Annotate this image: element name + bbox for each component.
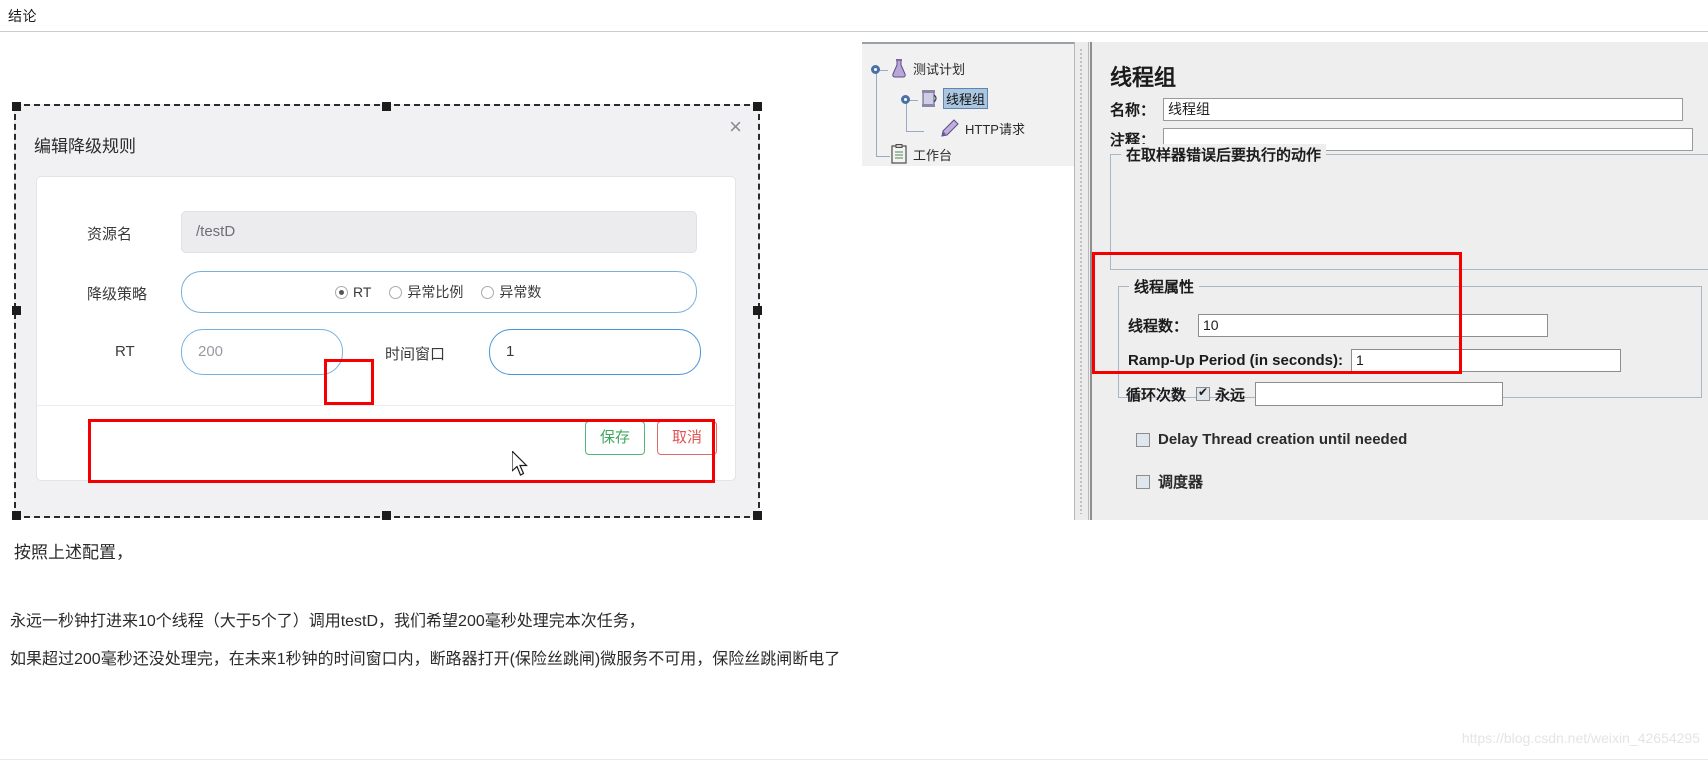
tree-connector: [906, 100, 907, 131]
tree-connector: [876, 156, 890, 157]
time-window-label: 时间窗口: [385, 346, 446, 363]
clipboard-icon: [891, 144, 907, 164]
delay-thread-creation-label: Delay Thread creation until needed: [1158, 431, 1408, 448]
resource-name-row: 资源名 /testD: [37, 211, 737, 253]
degrade-strategy-label: 降级策略: [87, 286, 148, 303]
mouse-cursor-icon: [512, 451, 528, 476]
close-icon[interactable]: ×: [729, 116, 742, 138]
tree-node-thread-group[interactable]: 线程组: [920, 88, 989, 109]
tree-connector: [906, 131, 924, 132]
name-row: 名称： 线程组: [1110, 98, 1708, 121]
selected-image-frame[interactable]: 编辑降级规则 × 资源名 /testD 降级策略 RT 异常比例 异常数 RT …: [12, 102, 762, 520]
tree-node-workbench[interactable]: 工作台: [890, 144, 952, 164]
resize-handle-bottom-right[interactable]: [753, 511, 762, 520]
resize-handle-bottom-left[interactable]: [12, 511, 21, 520]
checkbox-icon: [1196, 385, 1211, 401]
tree-node-label: 测试计划: [913, 61, 966, 77]
annotation-rect-thread-properties: [1092, 252, 1462, 374]
rt-input[interactable]: 200: [181, 329, 343, 375]
loop-count-label: 循环次数: [1126, 386, 1187, 404]
dialog-body: 资源名 /testD 降级策略 RT 异常比例 异常数 RT 200 时间窗口 …: [36, 176, 737, 481]
dialog-title: 编辑降级规则: [34, 137, 136, 156]
tree-node-http-request[interactable]: HTTP请求: [938, 118, 1025, 138]
tree-node-label: 工作台: [913, 147, 953, 163]
dialog-action-bar: 保存 取消: [584, 421, 717, 455]
radio-option-exception-ratio-label: 异常比例: [407, 284, 464, 300]
scheduler-row[interactable]: 调度器: [1136, 471, 1203, 492]
tree-node-label: HTTP请求: [965, 121, 1025, 137]
save-button[interactable]: 保存: [584, 421, 645, 455]
resize-handle-top-right[interactable]: [753, 102, 762, 111]
paragraph-3: 如果超过200毫秒还没处理完，在未来1秒钟的时间窗口内，断路器打开(保险丝跳闸)…: [10, 651, 841, 668]
resize-handle-top-left[interactable]: [12, 102, 21, 111]
radio-dot-icon: [389, 285, 403, 299]
resource-name-input[interactable]: /testD: [181, 211, 697, 253]
top-heading-bar: 结论: [0, 0, 1708, 32]
checkbox-icon: [1136, 432, 1150, 447]
tree-expand-toggle-test-plan[interactable]: [871, 65, 880, 74]
name-label: 名称：: [1110, 102, 1156, 119]
splitter-grip-icon: [1079, 48, 1083, 514]
panel-title: 线程组: [1110, 65, 1177, 90]
tree-node-label: 线程组: [943, 88, 989, 109]
loop-count-row: 循环次数 永远: [1126, 382, 1504, 406]
forever-checkbox-wrap[interactable]: 永远: [1196, 384, 1245, 405]
forever-label: 永远: [1215, 386, 1246, 404]
cancel-button[interactable]: 取消: [656, 421, 717, 455]
time-window-input[interactable]: 1: [489, 329, 701, 375]
radio-option-exception-ratio[interactable]: 异常比例: [389, 282, 463, 302]
resize-handle-bottom-center[interactable]: [382, 511, 391, 520]
page-heading: 结论: [8, 8, 37, 24]
radio-option-exception-count-label: 异常数: [499, 284, 542, 300]
tree-node-test-plan[interactable]: 测试计划: [890, 58, 965, 78]
tree-connector: [876, 70, 877, 156]
degrade-strategy-radio-group: RT 异常比例 异常数: [335, 271, 541, 313]
radio-option-rt[interactable]: RT: [335, 284, 371, 300]
resize-handle-middle-right[interactable]: [753, 306, 762, 315]
rt-label: RT: [115, 343, 135, 360]
loop-count-input[interactable]: [1255, 382, 1504, 406]
scheduler-label: 调度器: [1158, 474, 1204, 491]
dialog-divider: [37, 405, 737, 406]
edit-degrade-rule-dialog: 编辑降级规则 × 资源名 /testD 降级策略 RT 异常比例 异常数 RT …: [16, 106, 758, 516]
radio-option-rt-label: RT: [353, 284, 372, 300]
name-input[interactable]: 线程组: [1163, 98, 1684, 121]
radio-dot-icon: [481, 285, 495, 299]
paragraph-2: 永远一秒钟打进来10个线程（大于5个了）调用testD，我们希望200毫秒处理完…: [10, 613, 645, 630]
rt-and-time-window-row: RT 200 时间窗口 1: [37, 329, 737, 377]
flask-icon: [892, 59, 906, 78]
panel-splitter-handle[interactable]: [1075, 42, 1089, 520]
resize-handle-middle-left[interactable]: [12, 306, 21, 315]
tree-expand-toggle-thread-group[interactable]: [901, 95, 910, 104]
jmeter-test-plan-tree: 测试计划 线程组 HTTP请求 工作台: [862, 42, 1074, 166]
radio-option-exception-count[interactable]: 异常数: [481, 282, 541, 302]
resize-handle-top-center[interactable]: [382, 102, 391, 111]
checkbox-icon: [1136, 474, 1150, 489]
pen-icon: [941, 119, 959, 137]
resource-name-label: 资源名: [87, 226, 133, 243]
watermark: https://blog.csdn.net/weixin_42654295: [1461, 730, 1700, 746]
degrade-strategy-row: 降级策略 RT 异常比例 异常数: [37, 271, 737, 313]
delay-thread-creation-row[interactable]: Delay Thread creation until needed: [1136, 431, 1407, 448]
radio-dot-icon: [335, 285, 348, 299]
paragraph-1: 按照上述配置，: [14, 543, 133, 562]
sampler-error-action-title: 在取样器错误后要执行的动作: [1121, 144, 1327, 165]
thread-spool-icon: [922, 89, 937, 107]
